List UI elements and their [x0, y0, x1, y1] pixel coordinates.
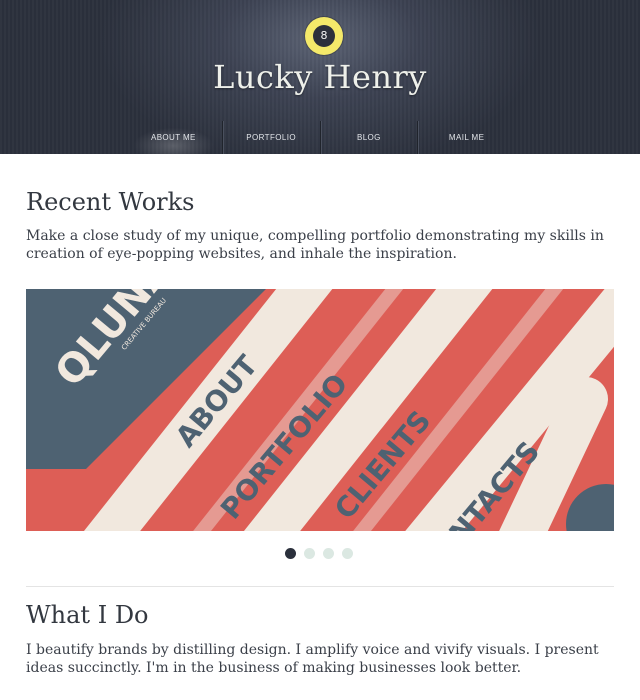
slider-pagination	[285, 548, 353, 559]
nav-item-blog[interactable]: BLOG	[321, 121, 419, 154]
portfolio-slider[interactable]: QLUNA CREATIVE BUREAU ABOUT PORTFOLIO CL…	[26, 289, 614, 531]
site-header: 8 Lucky Henry ABOUT ME PORTFOLIO BLOG MA…	[0, 0, 640, 154]
nav-item-about-me[interactable]: ABOUT ME	[125, 121, 223, 154]
section-divider	[26, 586, 614, 587]
slider-dot-4[interactable]	[342, 548, 353, 559]
logo-number: 8	[313, 25, 335, 47]
recent-works-title: Recent Works	[26, 188, 195, 216]
slider-dot-3[interactable]	[323, 548, 334, 559]
nav-item-portfolio[interactable]: PORTFOLIO	[223, 121, 321, 154]
slide-image: QLUNA CREATIVE BUREAU ABOUT PORTFOLIO CL…	[26, 289, 614, 531]
slider-dot-2[interactable]	[304, 548, 315, 559]
what-i-do-description: I beautify brands by distilling design. …	[26, 642, 599, 676]
what-i-do-title: What I Do	[26, 601, 149, 629]
nav-item-mail-me[interactable]: MAIL ME	[418, 121, 515, 154]
site-title[interactable]: Lucky Henry	[0, 58, 640, 96]
main-nav: ABOUT ME PORTFOLIO BLOG MAIL ME	[125, 121, 515, 154]
recent-works-description: Make a close study of my unique, compell…	[26, 228, 604, 262]
slider-dot-1[interactable]	[285, 548, 296, 559]
logo-badge[interactable]: 8	[305, 17, 343, 55]
